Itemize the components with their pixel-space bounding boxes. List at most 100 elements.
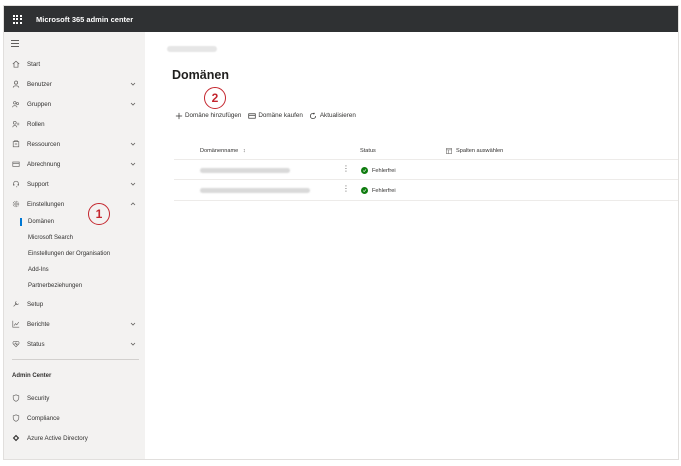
chevron-down-icon[interactable] xyxy=(130,181,136,187)
nav-label: Support xyxy=(27,180,49,188)
add-domain-label: Domäne hinzufügen xyxy=(185,112,242,119)
status-cell: Fehlerfrei xyxy=(361,167,396,174)
chevron-down-icon[interactable] xyxy=(130,341,136,347)
sidebar-item-domaenen[interactable]: Domänen xyxy=(4,214,145,230)
command-bar: Domäne hinzufügen Domäne kaufen Aktualis… xyxy=(174,111,362,120)
hamburger-menu-icon[interactable] xyxy=(11,40,19,49)
nav-item-ressourcen[interactable]: Ressourcen xyxy=(4,136,145,152)
columns-icon xyxy=(446,148,452,154)
status-cell: Fehlerfrei xyxy=(361,187,396,194)
nav-item-security[interactable]: Security xyxy=(4,390,145,406)
nav-item-support[interactable]: Support xyxy=(4,176,145,192)
nav-label: Azure Active Directory xyxy=(27,434,88,442)
nav-label: Benutzer xyxy=(27,80,52,88)
check-circle-icon xyxy=(361,167,368,174)
sidebar-item-org-settings[interactable]: Einstellungen der Organisation xyxy=(4,246,145,262)
sub-label: Microsoft Search xyxy=(28,235,74,241)
active-indicator xyxy=(20,218,22,226)
choose-columns-button[interactable]: Spalten auswählen xyxy=(446,148,503,154)
column-header-status[interactable]: Status xyxy=(360,148,376,154)
sidebar: Start Benutzer Gruppen Rollen Ressourcen… xyxy=(4,32,145,459)
nav-label: Gruppen xyxy=(27,100,52,108)
refresh-icon xyxy=(309,111,318,120)
sub-label: Add-Ins xyxy=(28,267,49,273)
nav-label: Start xyxy=(27,60,41,68)
nav-label: Status xyxy=(27,340,45,348)
user-icon xyxy=(9,79,23,89)
nav-label: Ressourcen xyxy=(27,140,61,148)
admin-center-window: Microsoft 365 admin center Start Benutze… xyxy=(3,5,679,460)
top-bar: Microsoft 365 admin center xyxy=(4,6,678,32)
admin-center-heading: Admin Center xyxy=(12,373,52,379)
chevron-down-icon[interactable] xyxy=(130,101,136,107)
nav-label: Setup xyxy=(27,300,44,308)
nav-item-gruppen[interactable]: Gruppen xyxy=(4,96,145,112)
chevron-up-icon[interactable] xyxy=(130,201,136,207)
nav-label: Compliance xyxy=(27,414,60,422)
buy-domain-label: Domäne kaufen xyxy=(258,112,303,119)
refresh-button[interactable]: Aktualisieren xyxy=(309,111,356,120)
buy-domain-button[interactable]: Domäne kaufen xyxy=(247,111,303,120)
shield-icon xyxy=(9,413,23,423)
settings-icon xyxy=(9,199,23,209)
nav-item-rollen[interactable]: Rollen xyxy=(4,116,145,132)
choose-columns-label: Spalten auswählen xyxy=(456,148,504,154)
sidebar-divider xyxy=(12,359,139,360)
chevron-down-icon[interactable] xyxy=(130,141,136,147)
app-launcher-icon[interactable] xyxy=(4,6,30,32)
nav-item-status[interactable]: Status xyxy=(4,336,145,352)
setup-icon xyxy=(9,299,23,309)
sort-icon[interactable]: ↕ xyxy=(243,148,246,154)
nav-label: Security xyxy=(27,394,50,402)
resources-icon xyxy=(9,139,23,149)
chevron-down-icon[interactable] xyxy=(130,161,136,167)
sidebar-item-add-ins[interactable]: Add-Ins xyxy=(4,262,145,278)
nav-item-compliance[interactable]: Compliance xyxy=(4,410,145,426)
domain-name-redacted xyxy=(200,168,290,173)
domain-name-redacted xyxy=(200,188,310,193)
nav-item-benutzer[interactable]: Benutzer xyxy=(4,76,145,92)
nav-item-azure-ad[interactable]: Azure Active Directory xyxy=(4,430,145,446)
page-title: Domänen xyxy=(172,68,229,82)
check-circle-icon xyxy=(361,187,368,194)
billing-icon xyxy=(247,111,256,120)
chevron-down-icon[interactable] xyxy=(130,81,136,87)
callout-marker-2: 2 xyxy=(204,87,226,109)
callout-marker-1: 1 xyxy=(88,203,110,225)
roles-icon xyxy=(9,119,23,129)
nav-label: Einstellungen xyxy=(27,200,65,208)
chevron-down-icon[interactable] xyxy=(130,321,136,327)
sub-label: Partnerbeziehungen xyxy=(28,283,83,289)
nav-item-einstellungen[interactable]: Einstellungen xyxy=(4,196,145,212)
breadcrumb xyxy=(167,46,217,52)
column-header-domain-name[interactable]: Domänenname ↕ xyxy=(200,148,246,154)
add-domain-button[interactable]: Domäne hinzufügen xyxy=(174,111,241,120)
sub-label: Domänen xyxy=(28,219,55,225)
status-text: Fehlerfrei xyxy=(372,187,396,194)
sub-label: Einstellungen der Organisation xyxy=(28,251,111,257)
home-icon xyxy=(9,59,23,69)
shield-icon xyxy=(9,393,23,403)
nav-item-setup[interactable]: Setup xyxy=(4,296,145,312)
app-title: Microsoft 365 admin center xyxy=(36,14,134,24)
refresh-label: Aktualisieren xyxy=(319,112,356,119)
column-label: Domänenname xyxy=(200,148,239,154)
nav-item-berichte[interactable]: Berichte xyxy=(4,316,145,332)
reports-icon xyxy=(9,319,23,329)
sidebar-item-microsoft-search[interactable]: Microsoft Search xyxy=(4,230,145,246)
nav-label: Berichte xyxy=(27,320,50,328)
nav-item-start[interactable]: Start xyxy=(4,56,145,72)
nav-item-abrechnung[interactable]: Abrechnung xyxy=(4,156,145,172)
group-icon xyxy=(9,99,23,109)
add-icon xyxy=(174,111,183,120)
health-icon xyxy=(9,339,23,349)
status-text: Fehlerfrei xyxy=(372,167,396,174)
azure-ad-icon xyxy=(9,433,23,443)
nav-label: Rollen xyxy=(27,120,45,128)
sidebar-item-partner-relationships[interactable]: Partnerbeziehungen xyxy=(4,278,145,294)
nav-label: Abrechnung xyxy=(27,160,61,168)
billing-icon xyxy=(9,159,23,169)
support-icon xyxy=(9,179,23,189)
more-actions-icon[interactable]: ⋮ xyxy=(342,165,350,173)
more-actions-icon[interactable]: ⋮ xyxy=(342,185,350,193)
